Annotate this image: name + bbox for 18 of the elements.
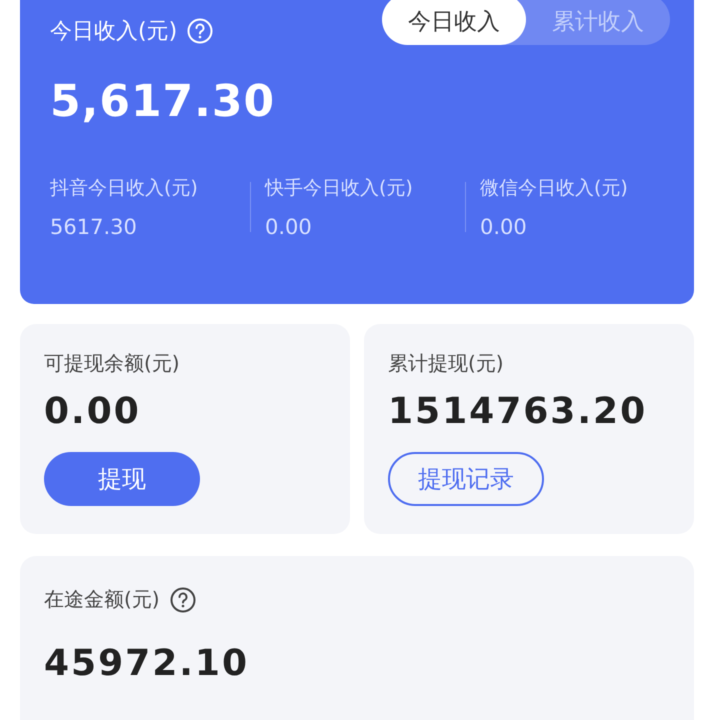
transit-amount: 45972.10 bbox=[44, 643, 250, 684]
records-button[interactable]: 提现记录 bbox=[388, 452, 544, 506]
withdrawn-label: 累计提现(元) bbox=[388, 350, 504, 377]
platform-label: 快手今日收入(元) bbox=[265, 176, 414, 201]
platform-label: 微信今日收入(元) bbox=[480, 176, 629, 201]
platform-value: 0.00 bbox=[265, 215, 313, 239]
balance-label: 可提现余额(元) bbox=[44, 350, 180, 377]
balance-amount: 0.00 bbox=[44, 391, 141, 432]
platform-value: 5617.30 bbox=[50, 215, 138, 239]
withdrawn-amount: 1514763.20 bbox=[388, 391, 648, 432]
income-title: 今日收入(元) bbox=[50, 18, 178, 46]
transit-label: 在途金额(元) bbox=[44, 586, 160, 613]
platform-value: 0.00 bbox=[480, 215, 528, 239]
range-tab[interactable]: 今日收入 bbox=[382, 0, 526, 45]
withdraw-button[interactable]: 提现 bbox=[44, 452, 200, 506]
help-icon[interactable] bbox=[170, 586, 196, 612]
income-amount: 5,617.30 bbox=[50, 76, 276, 127]
platform-label: 抖音今日收入(元) bbox=[50, 176, 199, 201]
